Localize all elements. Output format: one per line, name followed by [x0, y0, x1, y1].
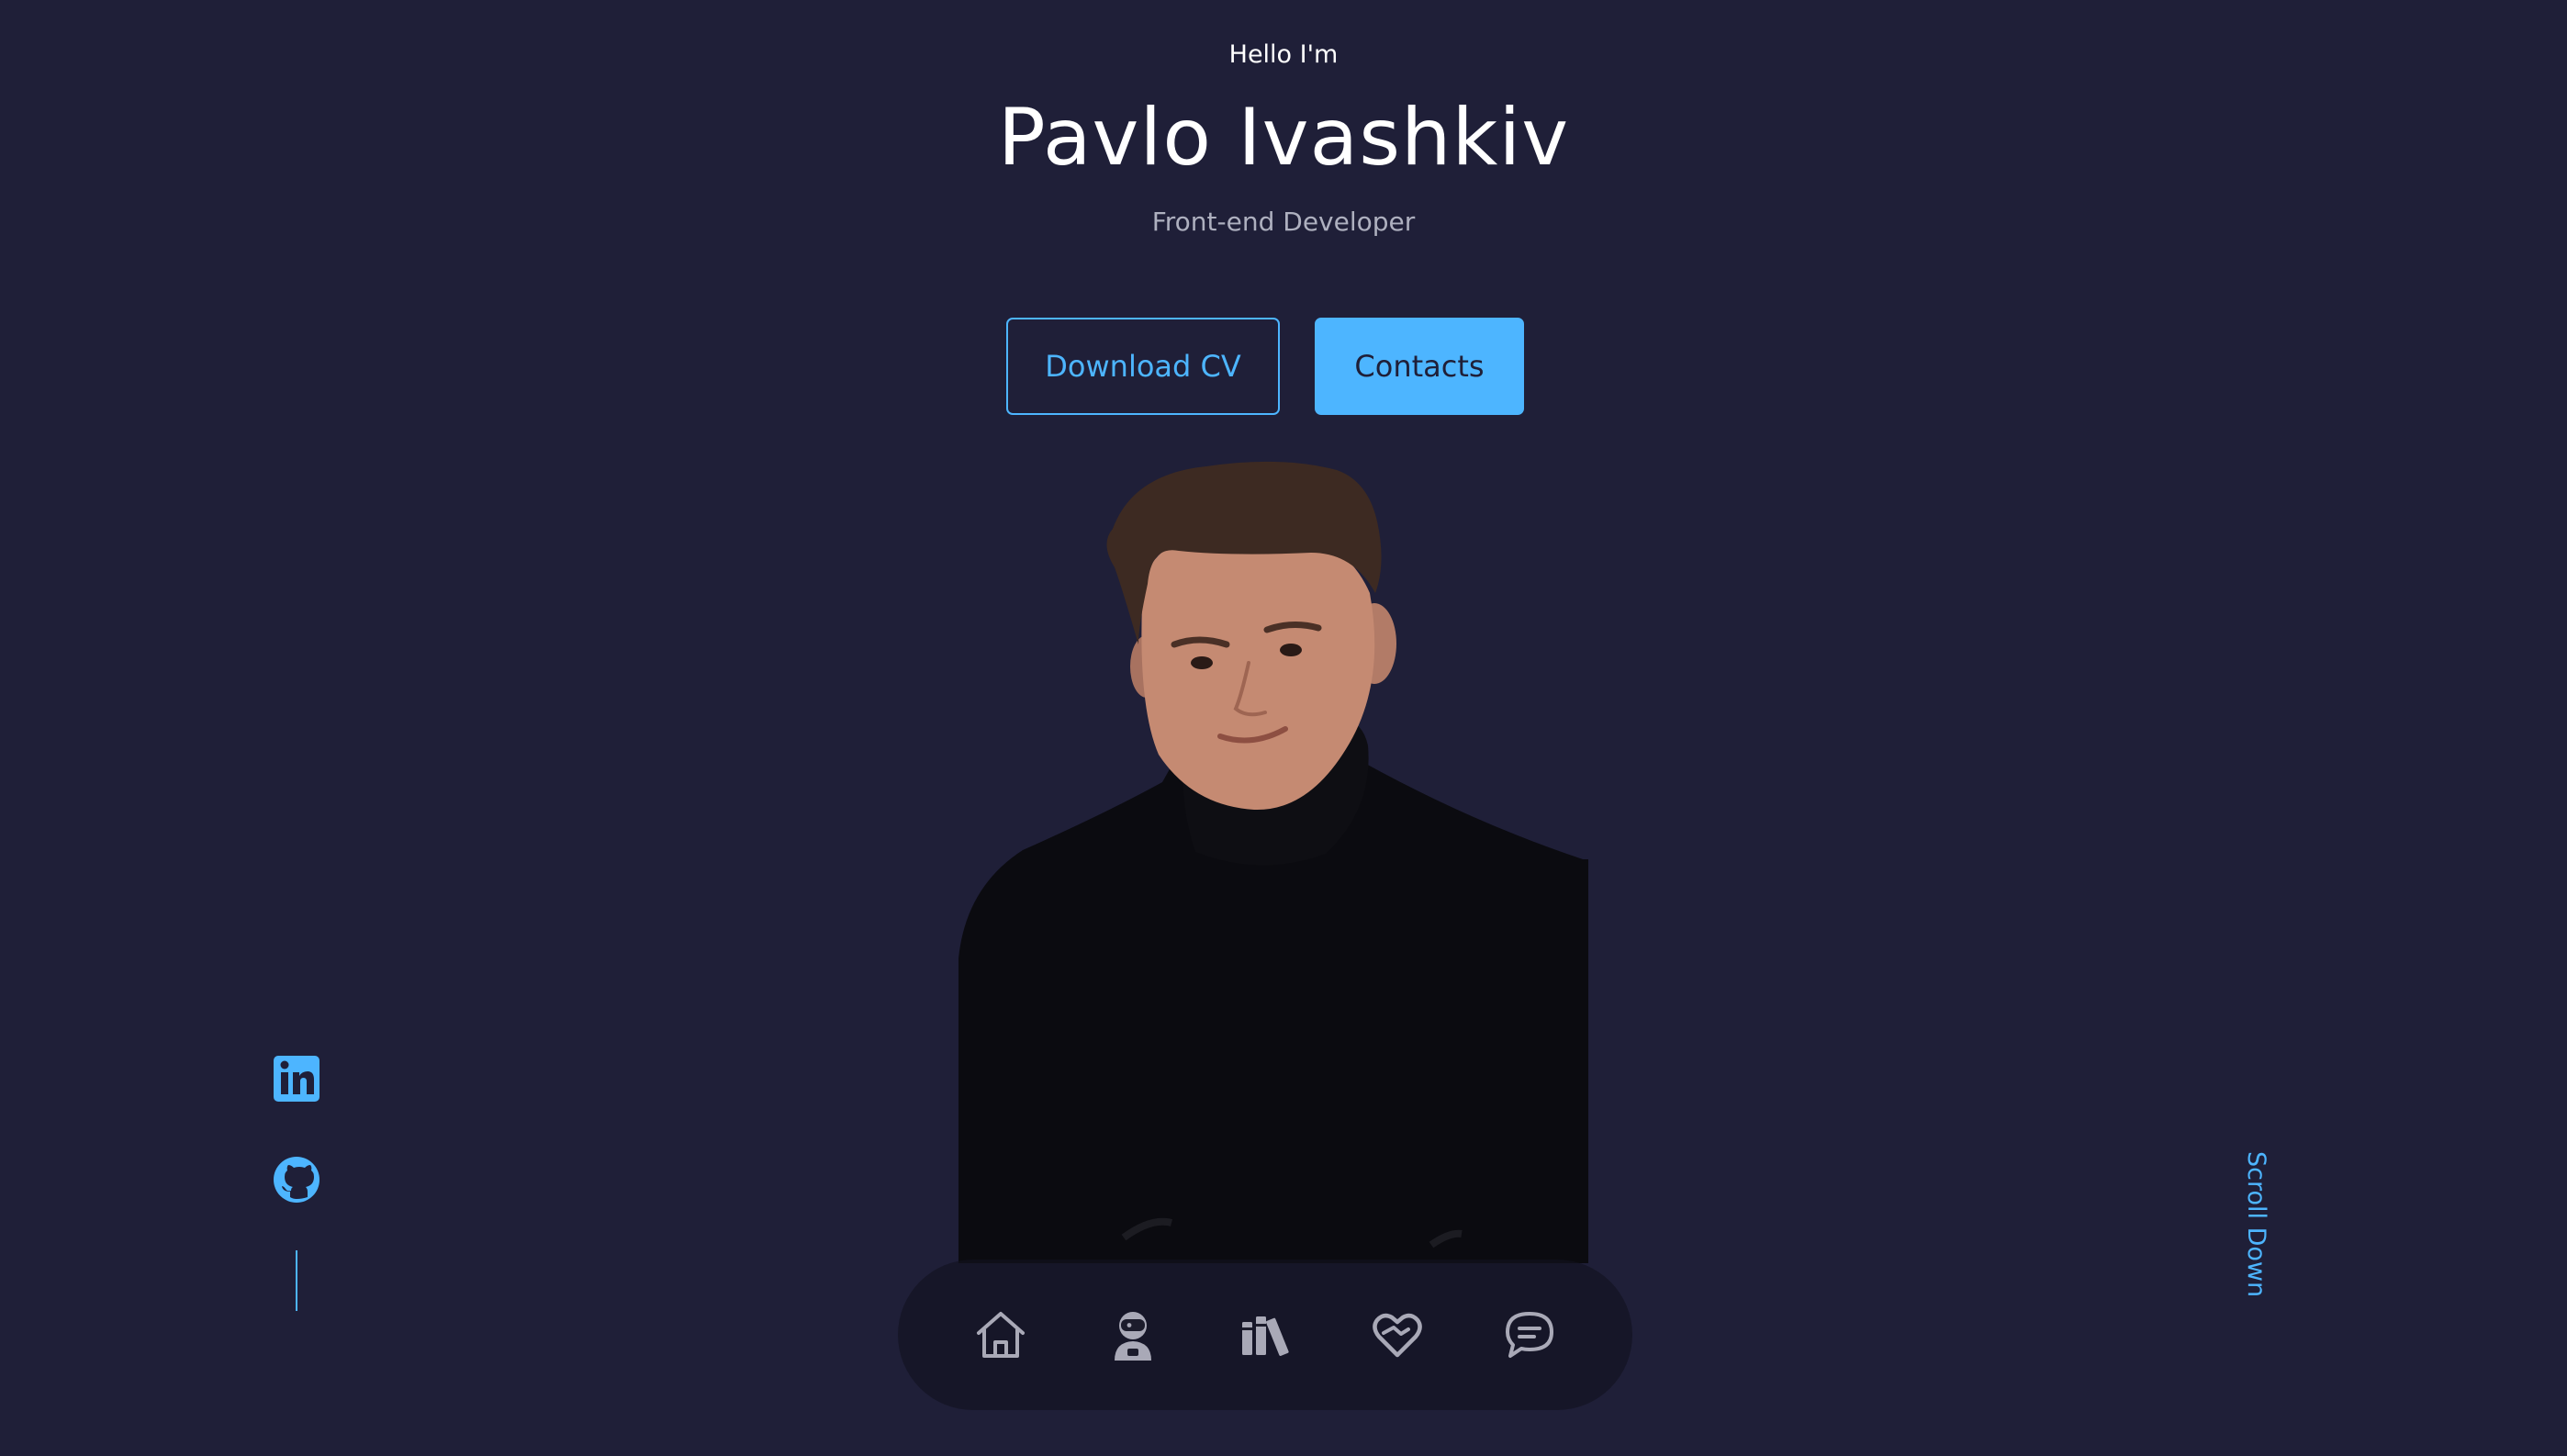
contacts-button[interactable]: Contacts: [1315, 318, 1524, 415]
nav-contact[interactable]: [1488, 1294, 1571, 1376]
nav-home[interactable]: [959, 1294, 1042, 1376]
cta-buttons: Download CV Contacts: [1006, 318, 1524, 415]
home-icon: [977, 1312, 1025, 1358]
scroll-down-link[interactable]: Scroll Down: [2234, 1151, 2270, 1307]
download-cv-button[interactable]: Download CV: [1006, 318, 1280, 415]
nav-experience[interactable]: [1224, 1294, 1306, 1376]
linkedin-link[interactable]: [272, 1054, 321, 1103]
linkedin-icon: [274, 1056, 319, 1102]
greeting-text: Hello I'm: [1228, 40, 1339, 69]
bottom-nav: [898, 1260, 1632, 1410]
services-icon: [1373, 1313, 1422, 1358]
role-subtitle: Front-end Developer: [1151, 207, 1416, 237]
chat-icon: [1506, 1312, 1553, 1358]
github-link[interactable]: [272, 1155, 321, 1204]
about-icon: [1115, 1312, 1151, 1361]
social-divider-line: [296, 1250, 297, 1311]
nav-about[interactable]: [1092, 1294, 1174, 1376]
github-icon: [274, 1157, 319, 1203]
social-links: [272, 1054, 321, 1311]
books-icon: [1242, 1316, 1289, 1356]
hero-section: Hello I'm Pavlo Ivashkiv Front-end Devel…: [0, 0, 2567, 1456]
page-title: Pavlo Ivashkiv: [997, 92, 1570, 184]
profile-photo: [958, 461, 1588, 1263]
nav-services[interactable]: [1356, 1294, 1439, 1376]
